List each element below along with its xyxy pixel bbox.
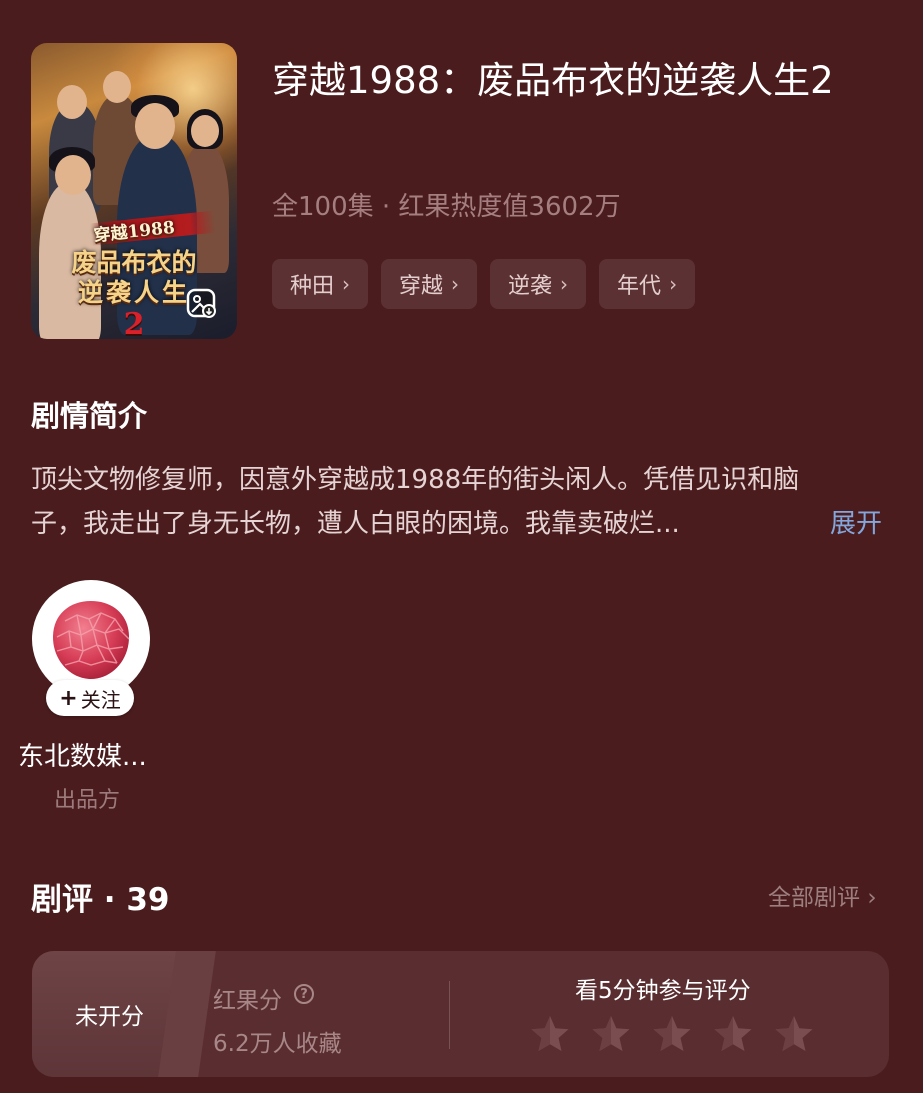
- tag-list: 种田 › 穿越 › 逆袭 › 年代 ›: [272, 259, 696, 309]
- poster-face: [57, 85, 87, 119]
- star-rating[interactable]: [529, 1013, 815, 1055]
- star-icon[interactable]: [712, 1013, 754, 1055]
- chevron-right-icon: ›: [669, 272, 678, 296]
- drama-poster[interactable]: 穿越1988 废品布衣的 逆袭人生 2: [31, 43, 237, 339]
- star-icon[interactable]: [773, 1013, 815, 1055]
- divider: [449, 981, 450, 1049]
- tag-label: 逆袭: [508, 274, 553, 299]
- tag-chip[interactable]: 逆袭 ›: [490, 259, 587, 309]
- tag-label: 年代: [617, 274, 662, 299]
- drama-meta: 全100集 · 红果热度值3602万: [272, 192, 621, 222]
- star-icon[interactable]: [651, 1013, 693, 1055]
- raspberry-logo-icon: [53, 601, 130, 679]
- star-icon[interactable]: [590, 1013, 632, 1055]
- rating-label: 红果分: [213, 988, 282, 1014]
- drama-title: 穿越1988：废品布衣的逆袭人生2: [272, 59, 834, 102]
- help-icon[interactable]: ?: [294, 984, 314, 1004]
- follow-label: 关注: [80, 687, 121, 712]
- poster-face: [103, 71, 131, 103]
- rate-prompt: 看5分钟参与评分: [575, 978, 751, 1004]
- tag-chip[interactable]: 种田 ›: [272, 259, 369, 309]
- image-save-icon[interactable]: [185, 287, 219, 321]
- follow-button[interactable]: + 关注: [46, 680, 134, 716]
- poster-face: [135, 103, 175, 149]
- chevron-right-icon: ›: [451, 272, 460, 296]
- all-reviews-label: 全部剧评: [768, 885, 860, 911]
- expand-link[interactable]: 展开: [830, 502, 882, 546]
- tag-chip[interactable]: 穿越 ›: [381, 259, 478, 309]
- chevron-right-icon: ›: [867, 885, 877, 911]
- rating-card: 未开分 红果分 ? 6.2万人收藏 看5分钟参与评分: [32, 951, 889, 1077]
- tag-label: 穿越: [399, 274, 444, 299]
- favorites-count: 6.2万人收藏: [213, 1031, 342, 1057]
- all-reviews-link[interactable]: 全部剧评 ›: [768, 878, 877, 912]
- chevron-right-icon: ›: [342, 272, 351, 296]
- plus-icon: +: [59, 685, 78, 711]
- synopsis-text: 顶尖文物修复师，因意外穿越成1988年的街头闲人。凭借见识和脑子，我走出了身无长…: [31, 465, 800, 539]
- tag-label: 种田: [290, 274, 335, 299]
- poster-face: [191, 115, 219, 147]
- chevron-right-icon: ›: [560, 272, 569, 296]
- reviews-heading: 剧评 · 39: [31, 882, 170, 918]
- synopsis-heading: 剧情简介: [31, 399, 148, 433]
- star-icon[interactable]: [529, 1013, 571, 1055]
- score-status: 未开分: [75, 1004, 144, 1030]
- producer-name[interactable]: 东北数媒...: [18, 736, 147, 773]
- poster-face: [55, 155, 91, 195]
- score-panel: 未开分: [32, 951, 187, 1077]
- tag-chip[interactable]: 年代 ›: [599, 259, 696, 309]
- drama-detail-page: 穿越1988 废品布衣的 逆袭人生 2 穿越1988：废品布衣的逆袭人生2 全1…: [0, 0, 923, 1093]
- producer-role: 出品方: [54, 788, 121, 813]
